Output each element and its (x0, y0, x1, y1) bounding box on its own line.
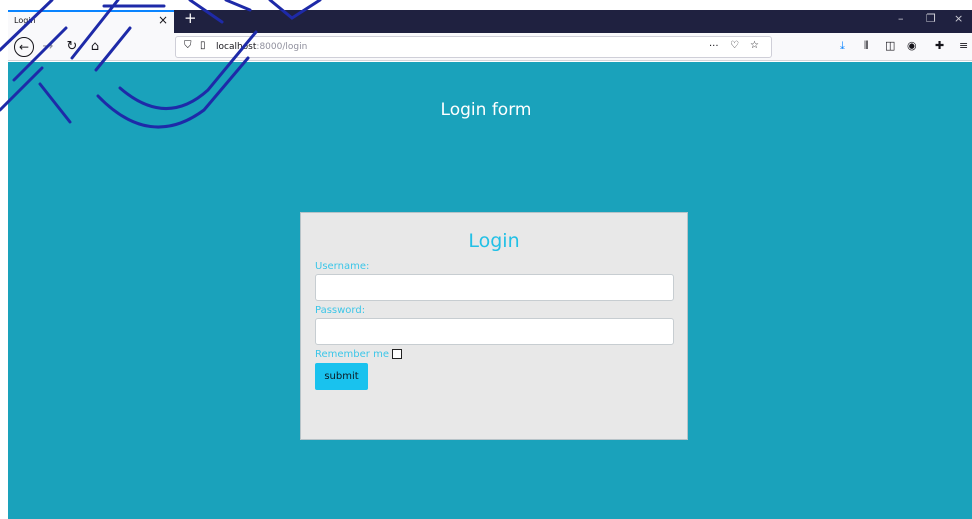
extensions-icon[interactable]: ✚ (935, 40, 944, 51)
tab-login[interactable]: Login × (8, 10, 174, 33)
nav-bar: ← → ↻ ⌂ ⛉ ▯ localhost:8000/login ··· ♡ ☆… (8, 33, 972, 61)
restore-icon[interactable]: ❐ (926, 13, 936, 24)
remember-me-label: Remember me (315, 349, 389, 360)
login-card-title: Login (468, 230, 520, 252)
url-text[interactable]: localhost:8000/login (216, 42, 307, 52)
page-title: Login form (440, 100, 532, 120)
back-icon[interactable]: ← (14, 37, 34, 57)
menu-icon[interactable]: ≡ (959, 40, 968, 51)
new-tab-icon[interactable]: + (184, 11, 197, 26)
page-actions-icon[interactable]: ··· (709, 41, 719, 52)
password-label: Password: (315, 305, 366, 316)
url-bar[interactable]: ⛉ ▯ localhost:8000/login ··· ♡ ☆ (175, 36, 772, 58)
home-icon[interactable]: ⌂ (85, 37, 105, 57)
pocket-icon[interactable]: ♡ (730, 40, 739, 51)
url-host: localhost (216, 42, 257, 52)
login-card: Login Username: Password: Remember me su… (300, 212, 688, 440)
bookmark-star-icon[interactable]: ☆ (750, 40, 759, 51)
page-icon[interactable]: ▯ (200, 40, 206, 51)
remember-me-checkbox[interactable] (392, 349, 402, 359)
username-label: Username: (315, 261, 370, 272)
reload-icon[interactable]: ↻ (62, 37, 82, 57)
tab-strip: Login × + – ❐ × (8, 10, 972, 33)
library-icon[interactable]: ⫴ (864, 40, 869, 51)
username-input[interactable] (315, 274, 674, 301)
page-content: Login form Login Username: Password: Rem… (8, 62, 972, 519)
minimize-icon[interactable]: – (898, 13, 904, 24)
sidebar-icon[interactable]: ◫ (885, 40, 895, 51)
tab-close-icon[interactable]: × (158, 14, 168, 26)
shield-icon[interactable]: ⛉ (184, 40, 192, 51)
downloads-icon[interactable]: ⤓ (840, 40, 845, 51)
submit-button[interactable]: submit (315, 363, 368, 390)
tab-title: Login (14, 16, 36, 25)
browser-window: Login × + – ❐ × ← → ↻ ⌂ ⛉ ▯ localhost:80… (0, 0, 972, 519)
account-icon[interactable]: ◉ (907, 40, 917, 51)
forward-icon[interactable]: → (38, 37, 58, 57)
url-path: :8000/login (256, 42, 308, 52)
password-input[interactable] (315, 318, 674, 345)
close-window-icon[interactable]: × (954, 13, 963, 24)
